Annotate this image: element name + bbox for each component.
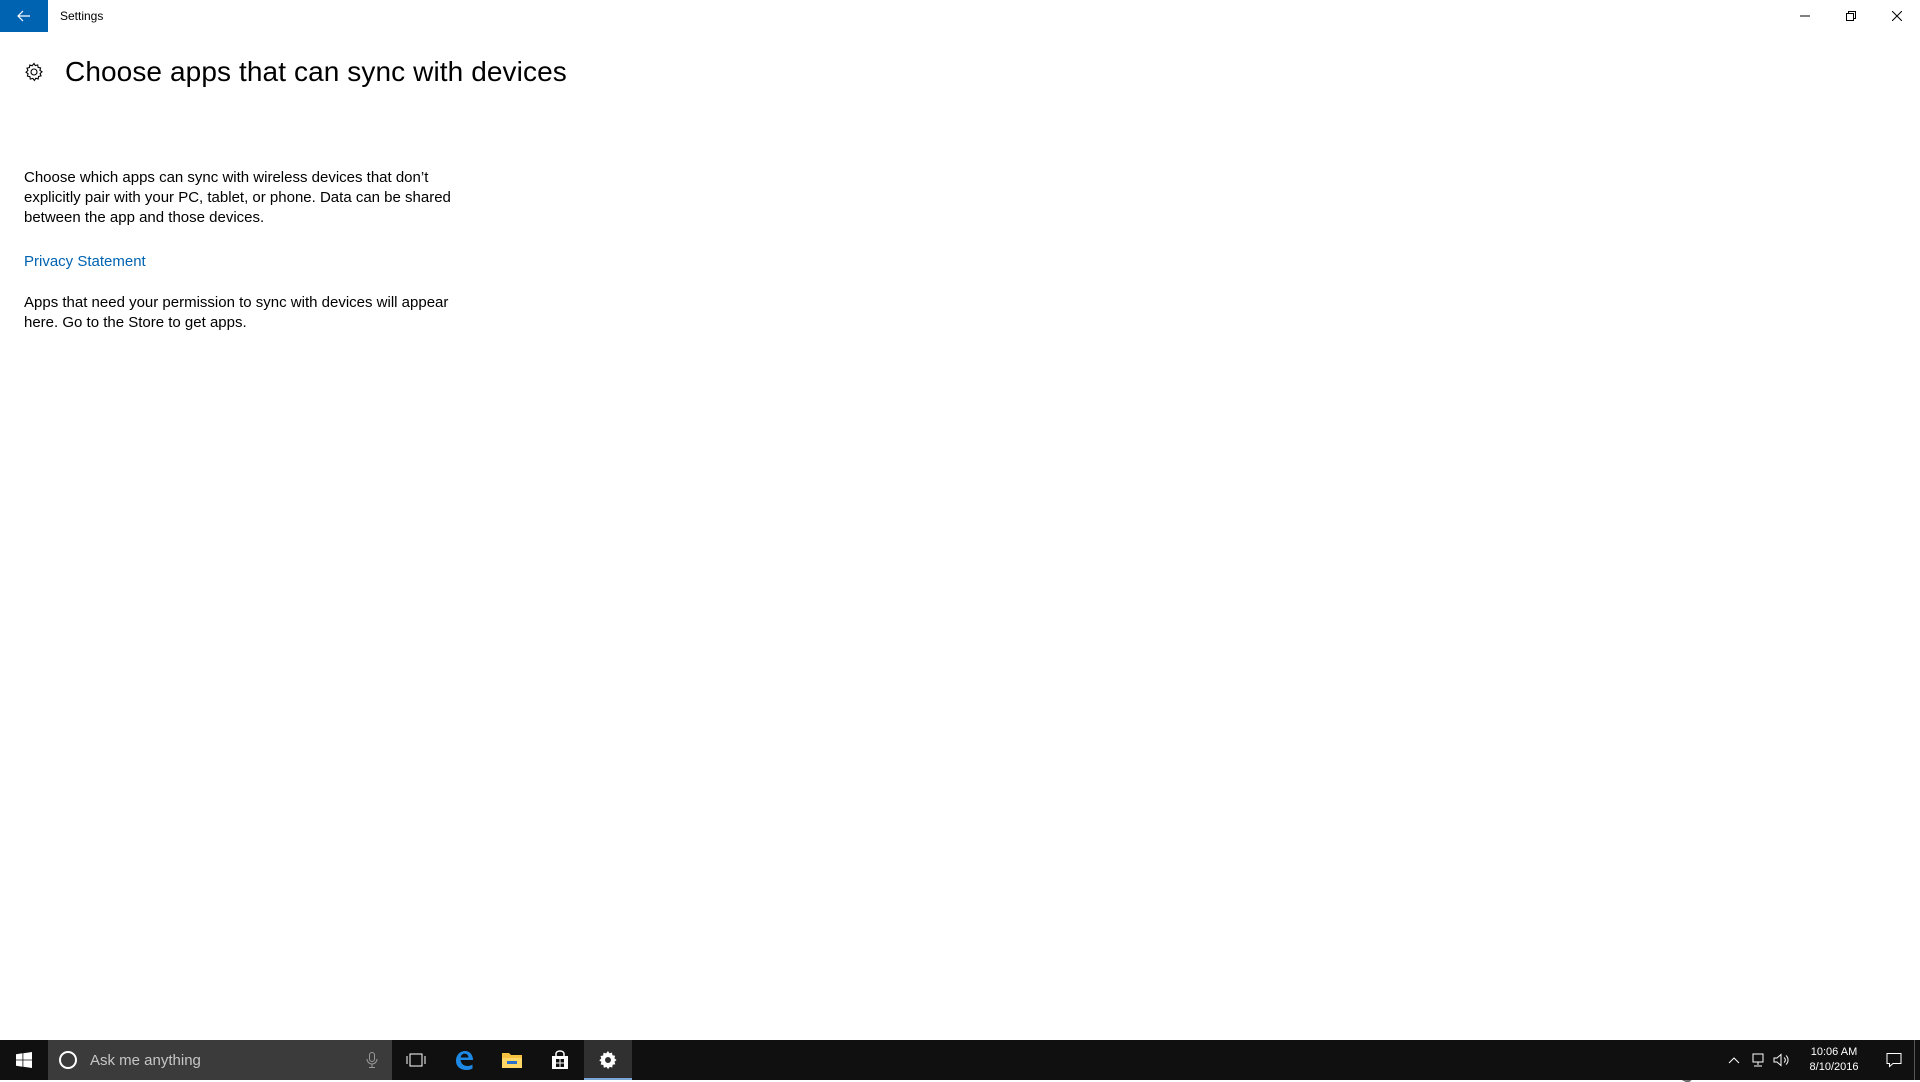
minimize-icon xyxy=(1800,15,1810,17)
search-box[interactable]: Ask me anything xyxy=(48,1040,392,1080)
page-header: Choose apps that can sync with devices xyxy=(24,56,567,88)
volume-icon xyxy=(1773,1053,1789,1067)
restore-button[interactable] xyxy=(1828,0,1874,32)
action-center-button[interactable] xyxy=(1874,1040,1914,1080)
edge-button[interactable] xyxy=(440,1040,488,1080)
edge-icon xyxy=(456,1051,473,1070)
back-button[interactable] xyxy=(0,0,48,32)
title-bar: Settings xyxy=(0,0,1920,32)
minimize-button[interactable] xyxy=(1782,0,1828,32)
show-desktop-button[interactable] xyxy=(1914,1040,1920,1080)
windows-logo-icon xyxy=(16,1052,32,1068)
volume-button[interactable] xyxy=(1770,1040,1794,1080)
store-button[interactable] xyxy=(536,1040,584,1080)
content-area: Choose which apps can sync with wireless… xyxy=(24,168,454,333)
file-explorer-icon xyxy=(502,1053,522,1068)
task-view-icon xyxy=(406,1053,426,1067)
apps-note-text: Apps that need your permission to sync w… xyxy=(24,294,449,331)
clock-date: 8/10/2016 xyxy=(1809,1061,1859,1073)
microphone-icon[interactable] xyxy=(366,1052,378,1068)
network-button[interactable] xyxy=(1746,1040,1770,1080)
clock-time: 10:06 AM xyxy=(1810,1046,1858,1058)
show-hidden-icons-button[interactable] xyxy=(1722,1040,1746,1080)
clock[interactable]: 10:06 AM 8/10/2016 xyxy=(1794,1045,1874,1075)
privacy-statement-link[interactable]: Privacy Statement xyxy=(24,252,454,272)
network-icon xyxy=(1752,1053,1764,1067)
close-icon xyxy=(1892,11,1902,21)
search-placeholder: Ask me anything xyxy=(90,1051,201,1069)
task-view-button[interactable] xyxy=(392,1040,440,1080)
close-button[interactable] xyxy=(1874,0,1920,32)
description-text: Choose which apps can sync with wireless… xyxy=(24,169,451,226)
file-explorer-button[interactable] xyxy=(488,1040,536,1080)
gear-icon xyxy=(24,62,44,82)
system-tray: 10:06 AM 8/10/2016 xyxy=(1722,1040,1920,1080)
store-icon xyxy=(552,1050,568,1069)
page-title: Choose apps that can sync with devices xyxy=(65,56,567,87)
window-controls xyxy=(1782,0,1920,32)
restore-icon xyxy=(1846,11,1856,21)
taskbar: Ask me anything 10:06 AM 8/10/2016 xyxy=(0,1040,1920,1080)
chevron-up-icon xyxy=(1728,1057,1740,1064)
back-arrow-icon xyxy=(17,10,30,22)
start-button[interactable] xyxy=(0,1040,48,1080)
cortana-icon xyxy=(59,1051,77,1069)
notification-icon xyxy=(1886,1053,1902,1068)
settings-icon xyxy=(599,1051,617,1070)
window-title: Settings xyxy=(60,9,104,23)
settings-taskbar-button[interactable] xyxy=(584,1040,632,1080)
